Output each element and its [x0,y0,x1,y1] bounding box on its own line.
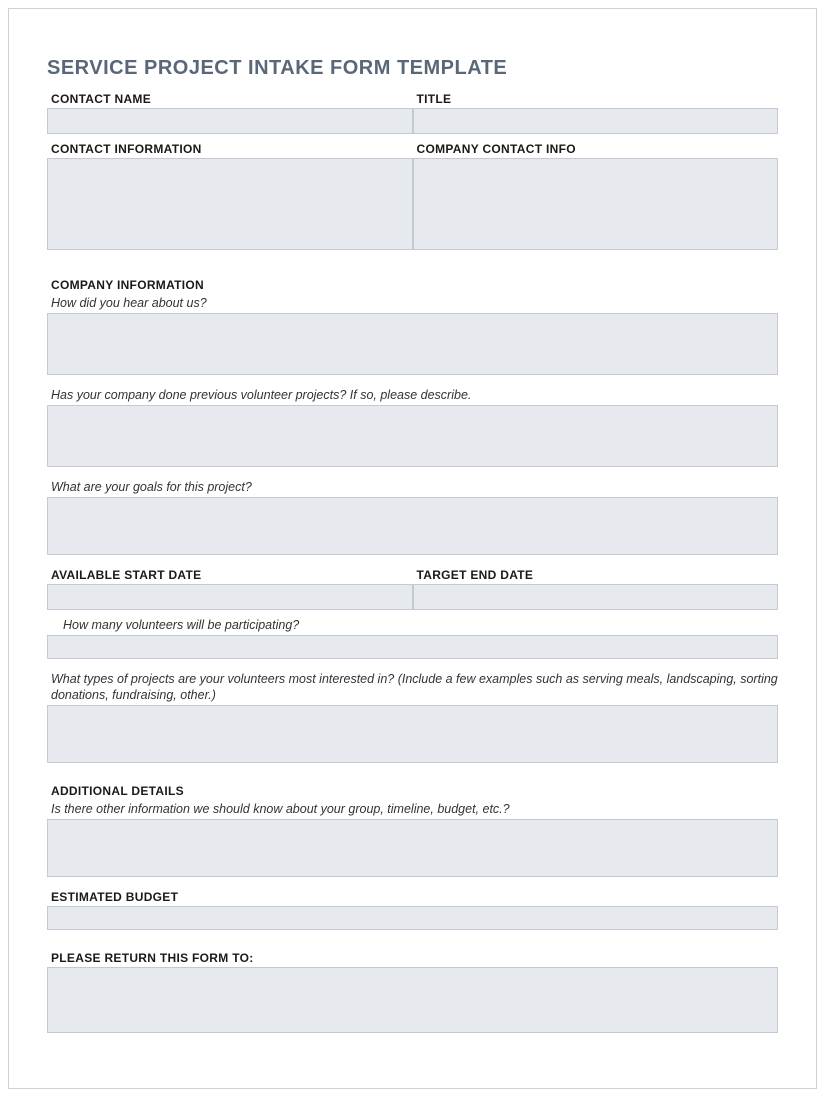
input-end-date[interactable] [413,584,779,610]
input-goals[interactable] [47,497,778,555]
label-title: TITLE [413,90,779,108]
input-title[interactable] [413,108,779,134]
input-contact-info[interactable] [47,158,413,250]
input-return-to[interactable] [47,967,778,1033]
input-contact-name[interactable] [47,108,413,134]
sublabel-other-info: Is there other information we should kno… [47,800,778,819]
input-company-contact[interactable] [413,158,779,250]
label-end-date: TARGET END DATE [413,566,779,584]
input-volunteers-count[interactable] [47,635,778,659]
sublabel-previous-projects: Has your company done previous volunteer… [47,386,778,405]
input-project-types[interactable] [47,705,778,763]
row-contact-info: CONTACT INFORMATION COMPANY CONTACT INFO [47,140,778,250]
label-additional-details: ADDITIONAL DETAILS [47,782,778,800]
label-company-info-section: COMPANY INFORMATION [47,276,778,294]
sublabel-project-types: What types of projects are your voluntee… [47,670,778,706]
label-return-to: PLEASE RETURN THIS FORM TO: [47,949,778,967]
row-dates: AVAILABLE START DATE TARGET END DATE [47,566,778,610]
sublabel-volunteers-count: How many volunteers will be participatin… [47,616,778,635]
row-contact-name-title: CONTACT NAME TITLE [47,90,778,134]
input-previous-projects[interactable] [47,405,778,467]
sublabel-hear-about: How did you hear about us? [47,294,778,313]
input-hear-about[interactable] [47,313,778,375]
sublabel-goals: What are your goals for this project? [47,478,778,497]
input-other-info[interactable] [47,819,778,877]
label-contact-name: CONTACT NAME [47,90,413,108]
label-budget: ESTIMATED BUDGET [47,888,778,906]
input-start-date[interactable] [47,584,413,610]
label-start-date: AVAILABLE START DATE [47,566,413,584]
form-page: SERVICE PROJECT INTAKE FORM TEMPLATE CON… [8,8,817,1089]
input-budget[interactable] [47,906,778,930]
form-title: SERVICE PROJECT INTAKE FORM TEMPLATE [47,57,778,80]
label-contact-info: CONTACT INFORMATION [47,140,413,158]
label-company-contact: COMPANY CONTACT INFO [413,140,779,158]
